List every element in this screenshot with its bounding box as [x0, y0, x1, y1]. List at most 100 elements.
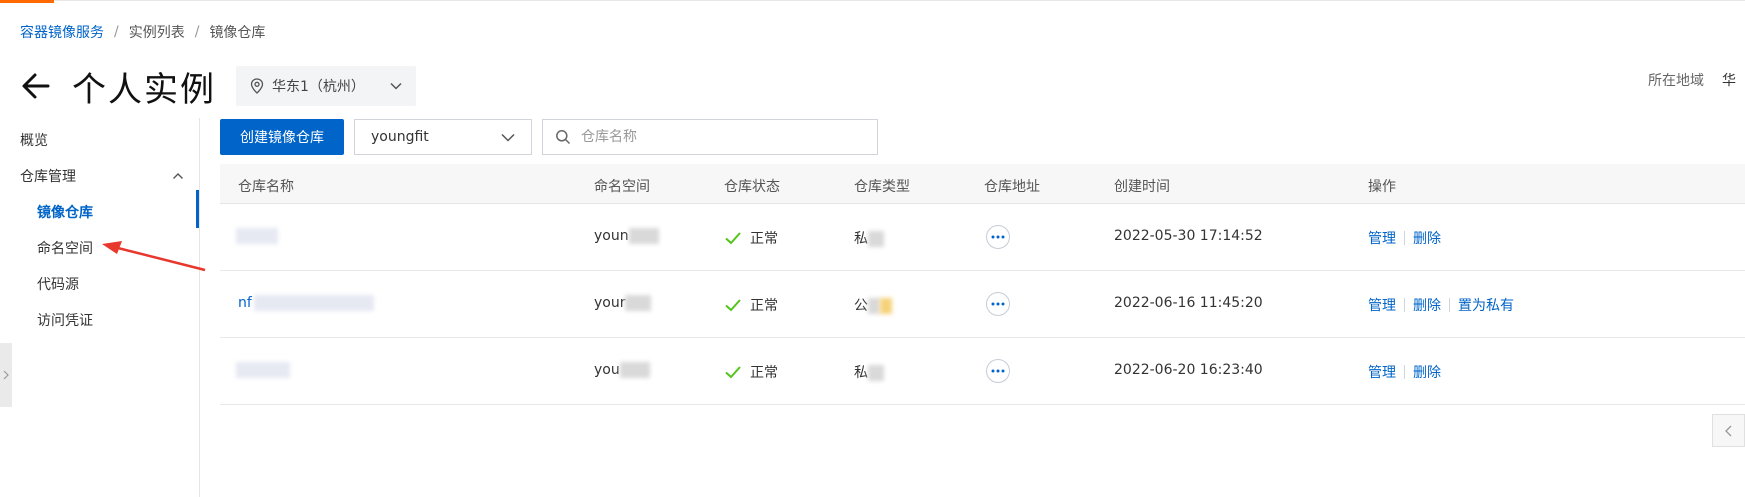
- created-time: 2022-06-16 11:45:20: [1114, 295, 1263, 311]
- table-row: youn 正常 私 2022-05-30 17:14:52 管理 删除: [220, 204, 1745, 271]
- sidebar-item-access-credential[interactable]: 访问凭证: [37, 310, 93, 330]
- manage-link[interactable]: 管理: [1368, 362, 1396, 382]
- column-header-name: 仓库名称: [238, 179, 294, 195]
- breadcrumb-item-container-service[interactable]: 容器镜像服务: [20, 22, 104, 42]
- namespace-select[interactable]: youngfit: [354, 119, 532, 155]
- sidebar-item-code-source[interactable]: 代码源: [37, 274, 79, 294]
- action-separator: [1404, 298, 1405, 312]
- region-select-value: 华东1（杭州）: [272, 79, 365, 95]
- search-input[interactable]: [581, 129, 865, 145]
- type-text: 私: [854, 365, 868, 381]
- action-separator: [1404, 231, 1405, 245]
- repo-namespace: you: [594, 362, 650, 378]
- breadcrumb-item-instance-list[interactable]: 实例列表: [129, 22, 185, 42]
- namespace-text: your: [594, 295, 626, 311]
- repo-search: [542, 119, 878, 155]
- repo-status: 正常: [724, 295, 778, 315]
- manage-link[interactable]: 管理: [1368, 295, 1396, 315]
- chevron-up-icon[interactable]: [172, 170, 184, 182]
- region-label: 所在地域: [1648, 73, 1704, 89]
- column-header-address: 仓库地址: [984, 179, 1040, 195]
- column-header-type: 仓库类型: [854, 179, 910, 195]
- table-row: nf your 正常 公 2022-06-16 11:45:20 管理 删除 置…: [220, 271, 1745, 338]
- chevron-right-icon: [3, 370, 9, 380]
- redacted-block: [619, 362, 650, 378]
- check-icon: [725, 366, 741, 379]
- sidebar-active-indicator: [196, 190, 199, 228]
- repo-namespace: your: [594, 295, 652, 311]
- row-actions: 管理 删除 置为私有: [1368, 295, 1514, 315]
- created-time: 2022-06-20 16:23:40: [1114, 362, 1263, 378]
- page-title: 个人实例: [72, 69, 216, 110]
- created-time: 2022-05-30 17:14:52: [1114, 228, 1263, 244]
- top-border: [0, 0, 1745, 1]
- namespace-text: you: [594, 362, 620, 378]
- sidebar-item-image-repo[interactable]: 镜像仓库: [37, 202, 93, 222]
- location-pin-icon: [250, 78, 264, 94]
- manage-link[interactable]: 管理: [1368, 228, 1396, 248]
- sidebar-item-namespace[interactable]: 命名空间: [37, 238, 93, 258]
- repo-name[interactable]: [236, 362, 290, 378]
- redacted-block: [868, 298, 880, 314]
- more-icon[interactable]: [986, 292, 1010, 316]
- repo-type: 私: [854, 228, 884, 248]
- region-value: 华: [1722, 73, 1736, 89]
- row-actions: 管理 删除: [1368, 362, 1441, 382]
- sidebar: 概览 仓库管理 镜像仓库 命名空间 代码源 访问凭证: [0, 118, 200, 497]
- delete-link[interactable]: 删除: [1413, 228, 1441, 248]
- check-icon: [725, 299, 741, 312]
- repo-type: 私: [854, 362, 884, 382]
- redacted-block: [236, 362, 290, 378]
- region-select[interactable]: 华东1（杭州）: [236, 66, 416, 106]
- set-private-link[interactable]: 置为私有: [1458, 295, 1514, 315]
- repo-name-text[interactable]: nf: [238, 295, 252, 311]
- column-header-status: 仓库状态: [724, 179, 780, 195]
- delete-link[interactable]: 删除: [1413, 295, 1441, 315]
- column-header-actions: 操作: [1368, 179, 1396, 195]
- redacted-block: [253, 295, 374, 311]
- redacted-block: [625, 295, 652, 311]
- row-actions: 管理 删除: [1368, 228, 1441, 248]
- main-content: 创建镜像仓库 youngfit 仓库名称 命名空间 仓库状态 仓库类型 仓库地址…: [220, 118, 1745, 497]
- more-icon[interactable]: [986, 225, 1010, 249]
- namespace-select-value: youngfit: [371, 129, 429, 145]
- repo-name[interactable]: [236, 228, 278, 244]
- create-repo-button[interactable]: 创建镜像仓库: [220, 119, 344, 155]
- chevron-left-icon: [1725, 425, 1732, 436]
- delete-link[interactable]: 删除: [1413, 362, 1441, 382]
- repo-table: 仓库名称 命名空间 仓库状态 仓库类型 仓库地址 创建时间 操作 youn 正常…: [220, 164, 1745, 405]
- type-text: 公: [854, 298, 868, 314]
- type-text: 私: [854, 231, 868, 247]
- title-row: 个人实例 华东1（杭州）: [20, 62, 416, 110]
- brand-accent-bar: [0, 0, 54, 3]
- status-text: 正常: [750, 365, 778, 381]
- status-text: 正常: [750, 298, 778, 314]
- sidebar-expand-tab[interactable]: [0, 343, 12, 407]
- status-text: 正常: [750, 231, 778, 247]
- chevron-down-icon: [390, 82, 402, 90]
- breadcrumb-separator: /: [114, 24, 119, 40]
- redacted-block: [868, 231, 884, 247]
- more-icon[interactable]: [986, 359, 1010, 383]
- repo-namespace: youn: [594, 228, 659, 244]
- search-icon: [556, 130, 571, 145]
- redacted-block: [628, 228, 659, 244]
- back-arrow-icon[interactable]: [20, 70, 52, 102]
- table-row: you 正常 私 2022-06-20 16:23:40 管理 删除: [220, 338, 1745, 405]
- repo-status: 正常: [724, 362, 778, 382]
- breadcrumb-item-current: 镜像仓库: [209, 25, 266, 41]
- action-separator: [1404, 365, 1405, 379]
- repo-name[interactable]: nf: [238, 295, 374, 311]
- redacted-block: [236, 228, 278, 244]
- chevron-down-icon: [501, 133, 515, 142]
- panel-toggle-tab[interactable]: [1712, 414, 1745, 447]
- repo-status: 正常: [724, 228, 778, 248]
- table-header: 仓库名称 命名空间 仓库状态 仓库类型 仓库地址 创建时间 操作: [220, 164, 1745, 204]
- column-header-created: 创建时间: [1114, 179, 1170, 195]
- breadcrumb: 容器镜像服务 / 实例列表 / 镜像仓库: [20, 22, 265, 42]
- sidebar-item-overview[interactable]: 概览: [20, 130, 48, 150]
- breadcrumb-separator: /: [194, 24, 200, 40]
- check-icon: [725, 232, 741, 245]
- namespace-text: youn: [594, 228, 629, 244]
- sidebar-item-repo-management[interactable]: 仓库管理: [20, 166, 76, 186]
